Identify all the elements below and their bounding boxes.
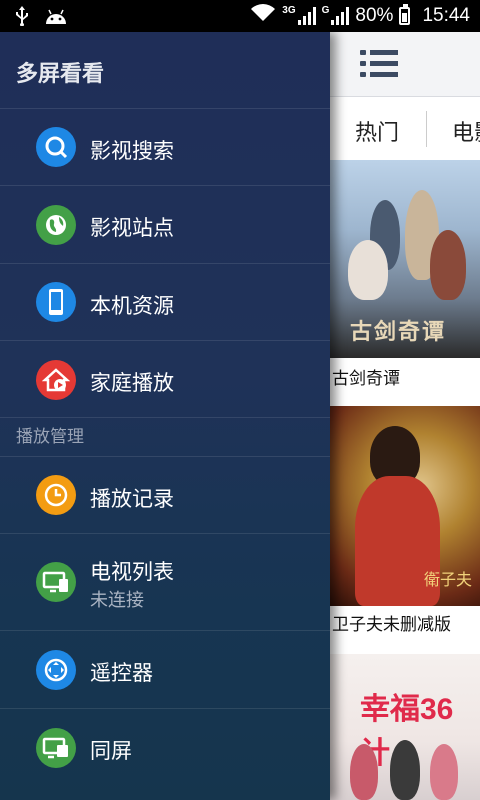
top-bar — [330, 32, 480, 97]
usb-icon — [14, 6, 30, 30]
android-icon — [44, 7, 68, 29]
tab-hot[interactable]: 热门 — [355, 115, 399, 147]
divider — [0, 417, 330, 418]
list-menu-icon[interactable] — [360, 48, 400, 80]
status-bar: 3G G 80% 15:44 — [0, 0, 480, 32]
drawer-item-video-search[interactable]: 影视搜索 — [0, 109, 330, 185]
drawer-item-label: 遥控器 — [90, 661, 153, 685]
video-title[interactable]: 古剑奇谭 — [332, 364, 400, 389]
globe-icon — [36, 205, 76, 245]
tv-list-icon — [36, 562, 76, 602]
drawer-item-home-play[interactable]: 家庭播放 — [0, 341, 330, 417]
navigation-drawer: 多屏看看 影视搜索 影视站点 本机资源 家庭播放 播放管理 播放记录 电视列表 … — [0, 32, 330, 800]
app-title: 多屏看看 — [16, 62, 105, 87]
signal-icon — [297, 7, 316, 25]
screen-mirror-icon — [36, 728, 76, 768]
clock-time: 15:44 — [422, 5, 470, 26]
remote-icon — [36, 650, 76, 690]
video-poster-1[interactable]: 古剑奇谭 — [330, 160, 480, 358]
poster-title-text: 古剑奇谭 — [350, 319, 447, 345]
drawer-item-tv-list[interactable]: 电视列表 未连接 — [0, 534, 330, 630]
drawer-item-label: 本机资源 — [90, 294, 174, 318]
search-icon — [36, 127, 76, 167]
clock-icon — [36, 475, 76, 515]
wifi-icon — [250, 3, 276, 29]
video-poster-3[interactable]: 幸福36计 — [330, 654, 480, 800]
video-poster-2[interactable]: 衛子夫 — [330, 406, 480, 606]
drawer-item-label: 同屏 — [90, 739, 132, 763]
drawer-item-local-resources[interactable]: 本机资源 — [0, 264, 330, 340]
drawer-item-label: 家庭播放 — [90, 371, 174, 395]
drawer-item-remote[interactable]: 遥控器 — [0, 631, 330, 708]
network-g-label: G — [321, 5, 330, 16]
battery-percent: 80% — [355, 5, 394, 26]
signal-icon-2 — [331, 7, 350, 25]
main-content: 热门 电影 古剑奇谭 古剑奇谭 衛子夫 卫子夫未删减版 幸福36计 — [330, 32, 480, 800]
drawer-item-play-history[interactable]: 播放记录 — [0, 457, 330, 533]
battery-charging-icon — [399, 4, 411, 25]
poster-title-text: 幸福36计 — [360, 693, 454, 770]
drawer-item-label: 影视搜索 — [90, 139, 174, 163]
phone-icon — [36, 282, 76, 322]
connection-status: 未连接 — [90, 590, 144, 611]
drawer-item-label: 影视站点 — [90, 216, 174, 240]
drawer-item-label: 电视列表 — [90, 560, 174, 584]
home-play-icon — [36, 360, 76, 400]
drawer-item-screen-mirror[interactable]: 同屏 — [0, 709, 330, 789]
poster-title-text: 衛子夫 — [423, 570, 472, 589]
network-3g-label: 3G — [282, 5, 296, 16]
category-tabs: 热门 电影 — [330, 97, 480, 162]
tab-divider — [426, 111, 427, 147]
section-header: 播放管理 — [16, 427, 84, 447]
drawer-item-label: 播放记录 — [90, 487, 174, 511]
drawer-item-video-sites[interactable]: 影视站点 — [0, 186, 330, 262]
video-title[interactable]: 卫子夫未删减版 — [332, 610, 451, 635]
tab-movie[interactable]: 电影 — [452, 115, 480, 147]
